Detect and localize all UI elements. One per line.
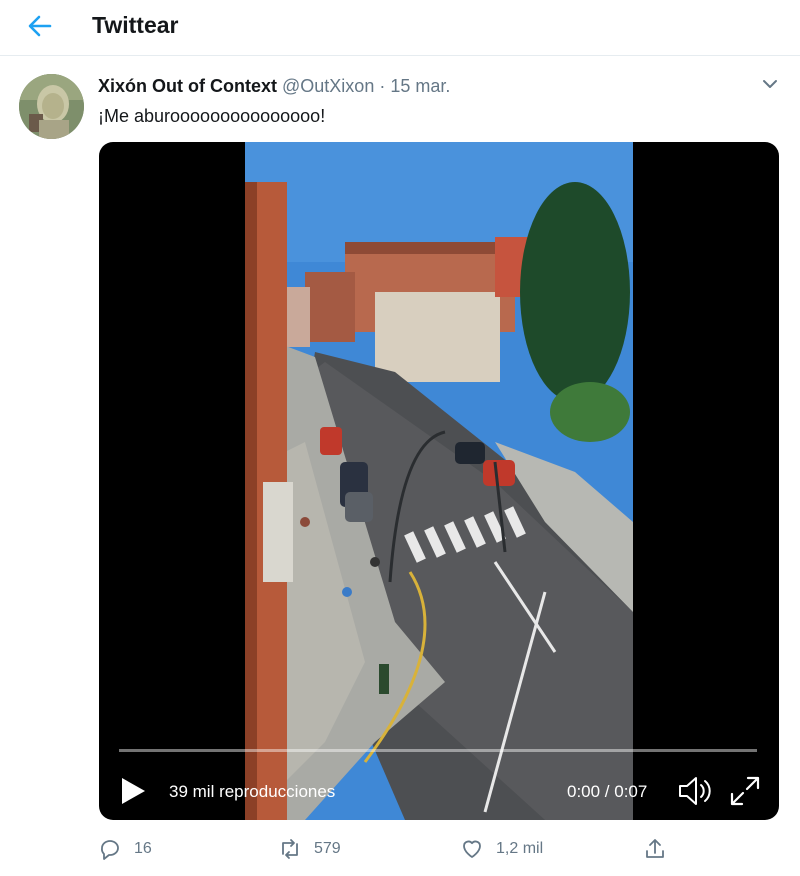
like-count: 1,2 mil	[496, 840, 544, 857]
video-progress-bar[interactable]	[119, 749, 757, 752]
tweet-text: ¡Me aburooooooooooooooo!	[98, 106, 326, 126]
share-icon	[646, 839, 664, 858]
retweet-icon	[282, 839, 298, 859]
volume-icon[interactable]	[677, 774, 713, 808]
video-player[interactable]: 39 mil reproducciones 0:00 / 0:07	[99, 142, 779, 820]
play-icon[interactable]	[119, 776, 147, 806]
reply-icon	[101, 840, 119, 860]
separator-dot: ·	[379, 76, 386, 96]
reply-button[interactable]: 16	[98, 834, 152, 864]
tweet-header: Xixón Out of Context @OutXixon · 15 mar.	[98, 76, 450, 97]
chevron-down-icon[interactable]	[760, 76, 780, 92]
fullscreen-icon[interactable]	[729, 775, 761, 807]
video-frame	[245, 142, 633, 820]
heart-icon	[463, 840, 481, 858]
tweet-actions: 16 579 1,2 mil	[0, 830, 800, 870]
retweet-count: 579	[314, 840, 341, 857]
avatar[interactable]	[19, 74, 84, 139]
user-handle[interactable]: @OutXixon	[282, 76, 374, 96]
video-time: 0:00 / 0:07	[567, 782, 648, 801]
tweet-date[interactable]: 15 mar.	[390, 76, 450, 96]
top-bar: Twittear	[0, 0, 800, 56]
retweet-button[interactable]: 579	[278, 834, 341, 864]
share-button[interactable]	[643, 834, 667, 864]
view-count: 39 mil reproducciones	[169, 782, 336, 801]
reply-count: 16	[134, 840, 152, 857]
page-title: Twittear	[92, 12, 179, 38]
display-name[interactable]: Xixón Out of Context	[98, 76, 277, 96]
like-button[interactable]: 1,2 mil	[460, 834, 543, 864]
back-arrow-icon[interactable]	[24, 10, 56, 42]
